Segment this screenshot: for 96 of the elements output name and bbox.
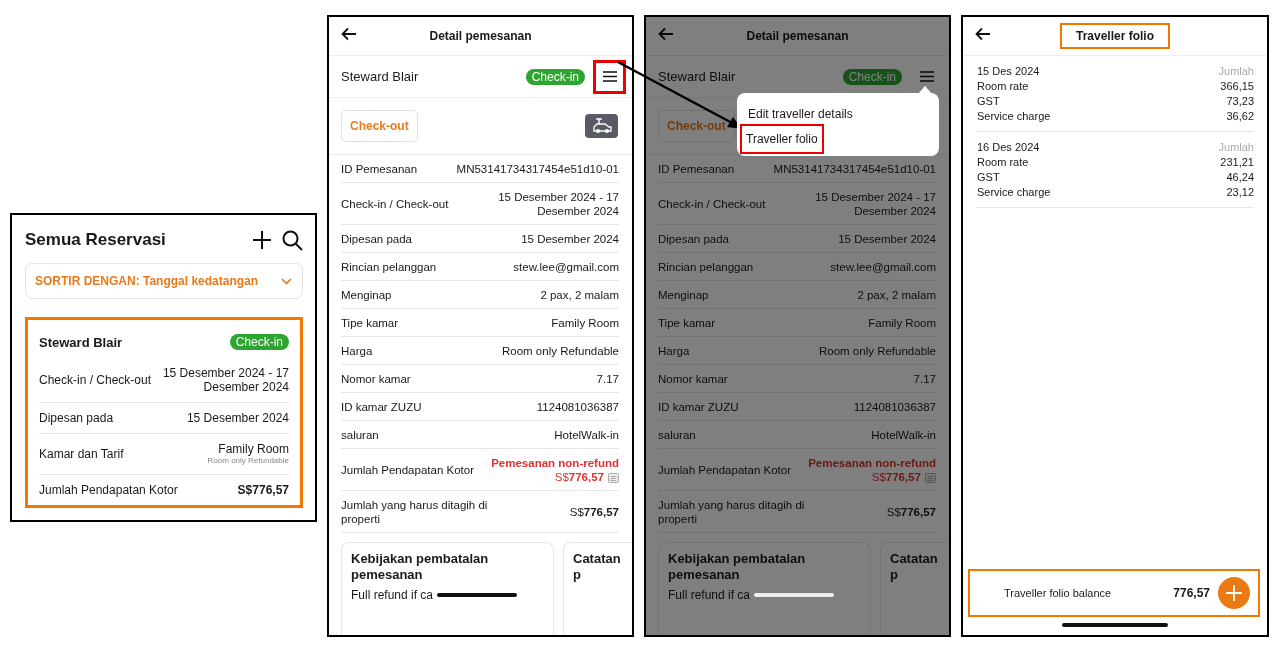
row-value: 15 Desember 2024 - 17 Desember 2024 bbox=[497, 190, 619, 218]
row-value: Room only Refundable bbox=[819, 344, 936, 358]
row-value: S$776,57 bbox=[237, 483, 289, 497]
row-label: Dipesan pada bbox=[341, 232, 412, 246]
charge-amount: 23,12 bbox=[1226, 185, 1254, 200]
row-label: Harga bbox=[341, 344, 373, 358]
row-label: Tipe kamar bbox=[658, 316, 716, 330]
charge-label: Service charge bbox=[977, 185, 1051, 200]
row-value: 15 Desember 2024 bbox=[521, 232, 619, 246]
row-label: Menginap bbox=[341, 288, 392, 302]
status-badge: Check-in bbox=[229, 334, 289, 350]
row-value: stew.lee@gmail.com bbox=[830, 260, 936, 274]
card-title: Kebijakan pembatalan pemesanan bbox=[351, 551, 490, 583]
row-label: Tipe kamar bbox=[341, 316, 399, 330]
guest-name: Steward Blair bbox=[658, 69, 737, 84]
row-value: MN53141734317454e51d10-01 bbox=[456, 162, 619, 176]
row-label: Kamar dan Tarif bbox=[39, 447, 124, 461]
charge-amount: 73,23 bbox=[1226, 94, 1254, 109]
row-value: Family Room bbox=[218, 442, 289, 456]
refund-status: Pemesanan non-refund bbox=[808, 456, 936, 470]
row-label: Menginap bbox=[658, 288, 709, 302]
refund-amount: S$776,57 bbox=[871, 471, 921, 483]
card-title: Catatan p bbox=[890, 551, 939, 583]
balance-amount: 776,57 bbox=[1173, 586, 1210, 600]
row-label: Jumlah Pendapatan Kotor bbox=[341, 463, 474, 477]
row-value: Room only Refundable bbox=[502, 344, 619, 358]
row-value: 2 pax, 2 malam bbox=[540, 288, 619, 302]
rate-note: Room only Refundable bbox=[207, 456, 289, 466]
row-label: Check-in / Check-out bbox=[39, 373, 152, 387]
row-label: saluran bbox=[341, 428, 379, 442]
row-label: Jumlah Pendapatan Kotor bbox=[39, 483, 178, 497]
row-value: 1124081036387 bbox=[536, 400, 619, 414]
row-value: 2 pax, 2 malam bbox=[857, 288, 936, 302]
row-label: Dipesan pada bbox=[39, 411, 114, 425]
row-label: Jumlah yang harus ditagih di properti bbox=[341, 498, 489, 526]
row-value: 15 Desember 2024 - 17 Desember 2024 bbox=[161, 366, 289, 394]
row-label: ID kamar ZUZU bbox=[341, 400, 422, 414]
row-label: Check-in / Check-out bbox=[341, 197, 449, 211]
row-value: 7.17 bbox=[596, 372, 619, 386]
charge-label: Room rate bbox=[977, 79, 1029, 94]
row-value: HotelWalk-in bbox=[554, 428, 619, 442]
status-badge: Check-in bbox=[525, 68, 585, 85]
charge-amount: 231,21 bbox=[1220, 155, 1254, 170]
row-value: 7.17 bbox=[913, 372, 936, 386]
row-label: Nomor kamar bbox=[658, 372, 728, 386]
folio-date: 16 Des 2024 bbox=[977, 140, 1040, 155]
folio-date: 15 Des 2024 bbox=[977, 64, 1040, 79]
row-value: Family Room bbox=[868, 316, 936, 330]
card-text: Full refund if ca bbox=[668, 588, 751, 602]
row-value: stew.lee@gmail.com bbox=[513, 260, 619, 274]
screen-title: Detail pemesanan bbox=[746, 29, 849, 43]
charge-label: GST bbox=[977, 170, 1000, 185]
charge-label: Service charge bbox=[977, 109, 1051, 124]
screen-title: Traveller folio bbox=[1060, 23, 1170, 49]
column-header: Jumlah bbox=[1218, 140, 1254, 155]
refund-status: Pemesanan non-refund bbox=[491, 456, 619, 470]
charge-label: Room rate bbox=[977, 155, 1029, 170]
menu-item[interactable]: Edit traveller details bbox=[744, 103, 857, 121]
refund-amount: S$776,57 bbox=[554, 471, 604, 483]
guest-name: Steward Blair bbox=[341, 69, 420, 84]
balance-label: Traveller folio balance bbox=[1004, 587, 1113, 599]
charge-label: GST bbox=[977, 94, 1000, 109]
row-label: Rincian pelanggan bbox=[341, 260, 437, 274]
row-label: Jumlah Pendapatan Kotor bbox=[658, 463, 791, 477]
charge-amount: 46,24 bbox=[1226, 170, 1254, 185]
charge-amount: 36,62 bbox=[1226, 109, 1254, 124]
row-value: HotelWalk-in bbox=[871, 428, 936, 442]
row-value: 15 Desember 2024 bbox=[186, 411, 289, 425]
card-title: Kebijakan pembatalan pemesanan bbox=[668, 551, 807, 583]
row-value: 15 Desember 2024 - 17 Desember 2024 bbox=[814, 190, 936, 218]
row-label: saluran bbox=[658, 428, 696, 442]
row-label: ID kamar ZUZU bbox=[658, 400, 739, 414]
row-value: S$776,57 bbox=[569, 505, 619, 519]
row-label: ID Pemesanan bbox=[658, 162, 735, 176]
guest-name: Steward Blair bbox=[39, 334, 123, 350]
screen-title: Detail pemesanan bbox=[429, 29, 532, 43]
column-header: Jumlah bbox=[1218, 64, 1254, 79]
row-value: 15 Desember 2024 bbox=[838, 232, 936, 246]
status-badge: Check-in bbox=[842, 68, 902, 85]
row-label: Harga bbox=[658, 344, 690, 358]
row-value: S$776,57 bbox=[886, 505, 936, 519]
row-value: 1124081036387 bbox=[853, 400, 936, 414]
card-text: Full refund if ca bbox=[351, 588, 434, 602]
row-label: Jumlah yang harus ditagih di properti bbox=[658, 498, 806, 526]
card-title: Catatan p bbox=[573, 551, 622, 583]
row-value: Family Room bbox=[551, 316, 619, 330]
row-label: Nomor kamar bbox=[341, 372, 411, 386]
row-label: ID Pemesanan bbox=[341, 162, 418, 176]
row-label: Rincian pelanggan bbox=[658, 260, 754, 274]
charge-amount: 366,15 bbox=[1220, 79, 1254, 94]
screen-title: Semua Reservasi bbox=[25, 230, 167, 250]
row-label: Check-in / Check-out bbox=[658, 197, 766, 211]
sort-label: SORTIR DENGAN: Tanggal kedatangan bbox=[35, 274, 259, 288]
menu-item[interactable]: Traveller folio bbox=[740, 124, 824, 154]
row-value: MN53141734317454e51d10-01 bbox=[773, 162, 936, 176]
row-label: Dipesan pada bbox=[658, 232, 729, 246]
